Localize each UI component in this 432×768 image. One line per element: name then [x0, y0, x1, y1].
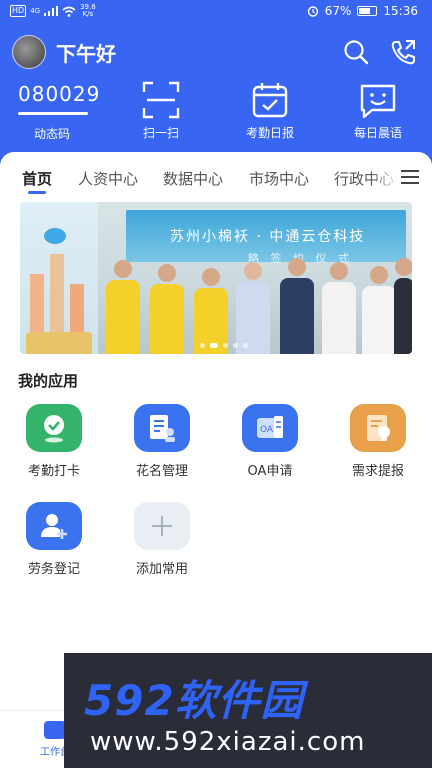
app-icon-roster: [134, 404, 190, 452]
banner-carousel[interactable]: 苏州小棉袄 · 中通云仓科技 略 签 约 仪 式: [20, 202, 412, 354]
dynamic-code-progress: [18, 112, 88, 115]
banner-photo: 苏州小棉袄 · 中通云仓科技 略 签 约 仪 式: [98, 202, 412, 354]
dynamic-code[interactable]: 080029: [18, 82, 100, 106]
scan-label: 扫一扫: [142, 126, 179, 140]
app-label: 考勤打卡: [27, 464, 80, 479]
tab-hr-center[interactable]: 人资中心: [78, 168, 138, 189]
app-requirement-report[interactable]: 需求提报: [336, 404, 420, 479]
carousel-dot[interactable]: [233, 343, 238, 348]
app-icon-attendance: [26, 404, 82, 452]
phone-icon[interactable]: [389, 38, 417, 66]
avatar[interactable]: [12, 35, 46, 69]
app-icon-labor: [26, 502, 82, 550]
watermark-brand: 592软件园: [84, 676, 304, 725]
banner-text: 苏州小棉袄 · 中通云仓科技: [170, 229, 366, 245]
menu-icon[interactable]: [398, 166, 422, 188]
attendance-daily-button[interactable]: 考勤日报: [225, 80, 315, 141]
attendance-daily-label: 考勤日报: [245, 126, 294, 140]
app-label: 花名管理: [135, 464, 188, 479]
app-label: OA申请: [247, 464, 293, 479]
dynamic-code-progress-fill: [18, 112, 88, 115]
signal-icon: [44, 6, 59, 16]
battery-icon: [357, 6, 378, 16]
plus-icon: [152, 516, 172, 536]
carousel-dots[interactable]: [200, 343, 248, 348]
alarm-icon: [307, 6, 318, 17]
smile-chat-icon: [360, 84, 396, 119]
scan-icon: [142, 81, 180, 119]
battery-percent: 67%: [324, 4, 352, 18]
hd-badge: HD: [10, 5, 27, 17]
workbench-icon: [44, 721, 66, 739]
user-add-icon: [41, 514, 67, 539]
section-title-my-apps: 我的应用: [18, 372, 79, 390]
wifi-icon: [62, 6, 76, 17]
tab-home[interactable]: 首页: [22, 168, 52, 189]
svg-text:OA: OA: [260, 425, 274, 435]
tab-active-indicator: [28, 191, 46, 194]
daily-message-label: 每日晨语: [353, 126, 402, 140]
app-icon-oa: OA: [242, 404, 298, 452]
app-roster-management[interactable]: 花名管理: [120, 404, 204, 479]
tab-market-center[interactable]: 市场中心: [249, 168, 309, 189]
greeting: 下午好: [56, 42, 116, 66]
watermark-url: www.592xiazai.com: [90, 727, 366, 757]
app-add-favorite[interactable]: 添加常用: [120, 502, 204, 577]
tab-data-center[interactable]: 数据中心: [163, 168, 223, 189]
tab-bar: 首页 人资中心 数据中心 市场中心 行政中心: [0, 152, 432, 200]
app-label: 添加常用: [135, 562, 188, 577]
speed-unit: K/s: [82, 10, 94, 18]
lightbulb-document-icon: [367, 415, 390, 441]
banner-illustration: [20, 202, 98, 354]
calendar-check-icon: [252, 83, 288, 118]
roster-document-icon: [150, 415, 175, 442]
app-icon-add: [134, 502, 190, 550]
app-label: 需求提报: [351, 464, 404, 479]
scan-button[interactable]: 扫一扫: [116, 80, 206, 141]
dynamic-code-label: 动态码: [34, 127, 71, 141]
clock: 15:36: [383, 4, 418, 18]
app-attendance-punch[interactable]: 考勤打卡: [12, 404, 96, 479]
status-bar: HD 4G 39.8 K/s 67% 15:36: [0, 0, 432, 24]
app-oa-request[interactable]: OA OA申请: [228, 404, 312, 479]
search-icon[interactable]: [342, 38, 370, 66]
carousel-dot[interactable]: [223, 343, 228, 348]
daily-message-button[interactable]: 每日晨语: [333, 80, 423, 141]
watermark: 592软件园 www.592xiazai.com: [64, 653, 432, 768]
oa-document-icon: OA: [257, 416, 283, 438]
carousel-dot[interactable]: [243, 343, 248, 348]
app-label: 劳务登记: [27, 562, 80, 577]
carousel-dot[interactable]: [200, 343, 205, 348]
carousel-dot[interactable]: [210, 343, 218, 348]
header: HD 4G 39.8 K/s 67% 15:36 下午好 080029 动态码 扫…: [0, 0, 432, 172]
app-labor-registration[interactable]: 劳务登记: [12, 502, 96, 577]
app-icon-requirement: [350, 404, 406, 452]
network-type: 4G: [30, 7, 41, 15]
location-check-icon: [44, 415, 64, 443]
